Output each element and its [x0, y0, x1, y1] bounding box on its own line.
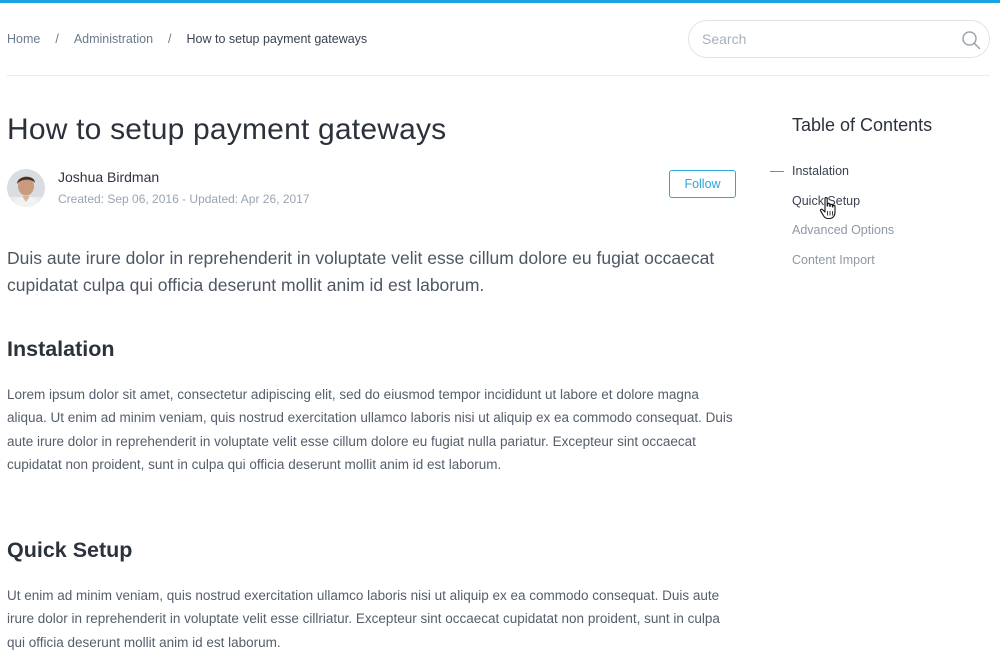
- page-title: How to setup payment gateways: [7, 113, 447, 146]
- breadcrumb-administration[interactable]: Administration: [74, 32, 153, 46]
- toc-item-instalation[interactable]: Instalation: [769, 164, 894, 194]
- search-input[interactable]: [702, 21, 942, 57]
- header: Home / Administration / How to setup pay…: [0, 3, 1000, 75]
- toc-list: Instalation Quick Setup Advanced Options…: [769, 164, 894, 283]
- header-divider: [7, 75, 990, 76]
- author-name[interactable]: Joshua Birdman: [58, 169, 159, 185]
- follow-button[interactable]: Follow: [669, 170, 736, 198]
- section-text-quick-setup: Ut enim ad minim veniam, quis nostrud ex…: [7, 588, 720, 650]
- search-box: [688, 20, 990, 58]
- article-dates: Created: Sep 06, 2016 - Updated: Apr 26,…: [58, 192, 310, 206]
- toc-item-quick-setup[interactable]: Quick Setup: [792, 194, 894, 224]
- toc-item-advanced-options[interactable]: Advanced Options: [792, 223, 894, 253]
- article-lead: Duis aute irure dolor in reprehenderit i…: [7, 248, 715, 295]
- toc-item-content-import[interactable]: Content Import: [792, 253, 894, 283]
- breadcrumb-home[interactable]: Home: [7, 32, 40, 46]
- breadcrumb: Home / Administration / How to setup pay…: [7, 32, 367, 46]
- breadcrumb-separator: /: [168, 32, 172, 46]
- breadcrumb-current: How to setup payment gateways: [186, 32, 368, 46]
- breadcrumb-separator: /: [55, 32, 59, 46]
- section-text-instalation: Lorem ipsum dolor sit amet, consectetur …: [7, 387, 733, 472]
- search-icon[interactable]: [961, 30, 981, 50]
- section-heading-quick-setup: Quick Setup: [7, 538, 133, 562]
- avatar[interactable]: [7, 169, 45, 207]
- section-heading-instalation: Instalation: [7, 337, 115, 361]
- toc-title: Table of Contents: [792, 115, 933, 135]
